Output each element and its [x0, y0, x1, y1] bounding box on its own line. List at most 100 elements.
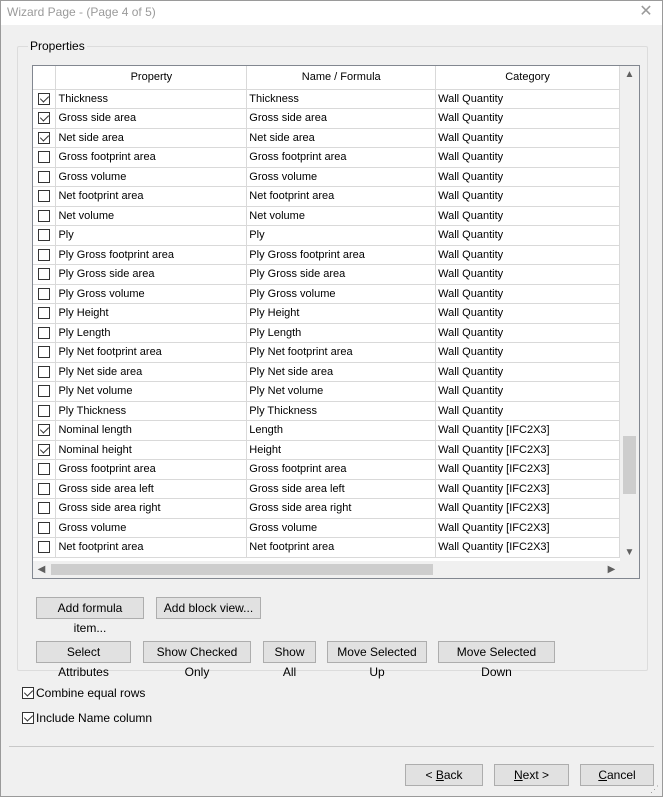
- row-checkbox[interactable]: [38, 521, 51, 534]
- row-checkbox-cell[interactable]: [33, 264, 57, 285]
- cell-name-formula[interactable]: Ply Length: [246, 323, 437, 343]
- row-checkbox[interactable]: [38, 326, 51, 339]
- cell-property[interactable]: Gross volume: [55, 167, 248, 187]
- cell-property[interactable]: Gross volume: [55, 518, 248, 538]
- row-checkbox-cell[interactable]: [33, 89, 57, 109]
- cell-property[interactable]: Ply Gross volume: [55, 284, 248, 304]
- cell-property[interactable]: Ply Gross side area: [55, 264, 248, 285]
- cell-name-formula[interactable]: Ply Net side area: [246, 362, 437, 382]
- include-name-column-option[interactable]: Include Name column: [22, 711, 152, 725]
- header-name-formula[interactable]: Name / Formula: [246, 66, 437, 90]
- row-checkbox[interactable]: [38, 307, 51, 320]
- row-checkbox[interactable]: [38, 131, 51, 144]
- row-checkbox[interactable]: [38, 541, 51, 554]
- back-button[interactable]: < Back: [405, 764, 483, 786]
- cell-property[interactable]: Ply Gross footprint area: [55, 245, 248, 265]
- table-row[interactable]: Net volume Net volume Wall Quantity: [33, 206, 620, 226]
- cell-category[interactable]: Wall Quantity: [435, 186, 620, 207]
- header-property[interactable]: Property: [55, 66, 248, 90]
- table-row[interactable]: Ply Thickness Ply Thickness Wall Quantity: [33, 401, 620, 421]
- row-checkbox-cell[interactable]: [33, 128, 57, 148]
- table-row[interactable]: Gross footprint area Gross footprint area…: [33, 459, 620, 480]
- cell-category[interactable]: Wall Quantity [IFC2X3]: [435, 459, 620, 480]
- table-row[interactable]: Ply Length Ply Length Wall Quantity: [33, 323, 620, 343]
- cell-name-formula[interactable]: Net volume: [246, 206, 437, 226]
- cell-property[interactable]: Net side area: [55, 128, 248, 148]
- row-checkbox-cell[interactable]: [33, 186, 57, 207]
- row-checkbox[interactable]: [38, 170, 51, 183]
- scroll-up-icon[interactable]: ▲: [620, 66, 639, 83]
- header-category[interactable]: Category: [435, 66, 620, 90]
- cell-property[interactable]: Gross footprint area: [55, 147, 248, 168]
- table-row[interactable]: Ply Height Ply Height Wall Quantity: [33, 303, 620, 324]
- cell-name-formula[interactable]: Net footprint area: [246, 537, 437, 558]
- cell-name-formula[interactable]: Net footprint area: [246, 186, 437, 207]
- cell-category[interactable]: Wall Quantity [IFC2X3]: [435, 537, 620, 558]
- show-checked-only-button[interactable]: Show Checked Only: [143, 641, 251, 679]
- row-checkbox[interactable]: [38, 268, 51, 281]
- row-checkbox-cell[interactable]: [33, 284, 57, 304]
- cell-category[interactable]: Wall Quantity [IFC2X3]: [435, 518, 620, 538]
- cell-name-formula[interactable]: Gross footprint area: [246, 459, 437, 480]
- row-checkbox-cell[interactable]: [33, 303, 57, 324]
- cell-property[interactable]: Nominal length: [55, 420, 248, 441]
- table-row[interactable]: Ply Ply Wall Quantity: [33, 225, 620, 246]
- row-checkbox[interactable]: [38, 287, 51, 300]
- table-row[interactable]: Gross volume Gross volume Wall Quantity: [33, 167, 620, 187]
- table-row[interactable]: Gross side area Gross side area Wall Quant…: [33, 108, 620, 129]
- cancel-button[interactable]: Cancel: [580, 764, 654, 786]
- cell-property[interactable]: Ply Length: [55, 323, 248, 343]
- cell-category[interactable]: Wall Quantity: [435, 381, 620, 402]
- cell-category[interactable]: Wall Quantity: [435, 323, 620, 343]
- row-checkbox-cell[interactable]: [33, 420, 57, 441]
- cell-name-formula[interactable]: Ply Net volume: [246, 381, 437, 402]
- row-checkbox[interactable]: [38, 424, 51, 437]
- properties-grid[interactable]: Property Name / Formula Category Thickne…: [32, 65, 640, 579]
- cell-property[interactable]: Net footprint area: [55, 186, 248, 207]
- row-checkbox[interactable]: [38, 151, 51, 164]
- cell-category[interactable]: Wall Quantity: [435, 284, 620, 304]
- cell-name-formula[interactable]: Thickness: [246, 89, 437, 109]
- cell-name-formula[interactable]: Gross side area: [246, 108, 437, 129]
- table-row[interactable]: Gross side area left Gross side area left…: [33, 479, 620, 499]
- row-checkbox[interactable]: [38, 404, 51, 417]
- row-checkbox[interactable]: [38, 482, 51, 495]
- cell-name-formula[interactable]: Ply Gross side area: [246, 264, 437, 285]
- vertical-scrollbar[interactable]: ▲ ▼: [620, 66, 639, 561]
- combine-equal-rows-option[interactable]: Combine equal rows: [22, 686, 145, 700]
- cell-category[interactable]: Wall Quantity: [435, 89, 620, 109]
- cell-name-formula[interactable]: Ply Thickness: [246, 401, 437, 421]
- horizontal-scroll-thumb[interactable]: [51, 564, 433, 575]
- table-row[interactable]: Thickness Thickness Wall Quantity: [33, 89, 620, 109]
- cell-property[interactable]: Ply Net volume: [55, 381, 248, 402]
- row-checkbox-cell[interactable]: [33, 206, 57, 226]
- cell-property[interactable]: Ply: [55, 225, 248, 246]
- cell-name-formula[interactable]: Net side area: [246, 128, 437, 148]
- cell-name-formula[interactable]: Gross volume: [246, 167, 437, 187]
- row-checkbox-cell[interactable]: [33, 381, 57, 402]
- show-all-button[interactable]: Show All: [263, 641, 316, 679]
- cell-property[interactable]: Gross side area: [55, 108, 248, 129]
- cell-property[interactable]: Gross side area right: [55, 498, 248, 519]
- row-checkbox[interactable]: [38, 190, 51, 203]
- cell-name-formula[interactable]: Ply Net footprint area: [246, 342, 437, 363]
- row-checkbox[interactable]: [38, 92, 51, 105]
- cell-property[interactable]: Nominal height: [55, 440, 248, 460]
- cell-name-formula[interactable]: Ply Gross volume: [246, 284, 437, 304]
- table-row[interactable]: Gross volume Gross volume Wall Quantity [I…: [33, 518, 620, 538]
- table-row[interactable]: Gross side area right Gross side area rig…: [33, 498, 620, 519]
- cell-category[interactable]: Wall Quantity [IFC2X3]: [435, 498, 620, 519]
- row-checkbox-cell[interactable]: [33, 147, 57, 168]
- row-checkbox-cell[interactable]: [33, 440, 57, 460]
- cell-category[interactable]: Wall Quantity: [435, 342, 620, 363]
- cell-property[interactable]: Ply Net footprint area: [55, 342, 248, 363]
- cell-property[interactable]: Thickness: [55, 89, 248, 109]
- cell-category[interactable]: Wall Quantity: [435, 147, 620, 168]
- scroll-left-icon[interactable]: ◀: [33, 561, 50, 578]
- cell-category[interactable]: Wall Quantity: [435, 225, 620, 246]
- cell-category[interactable]: Wall Quantity: [435, 167, 620, 187]
- row-checkbox-cell[interactable]: [33, 108, 57, 129]
- table-row[interactable]: Net footprint area Net footprint area Wall…: [33, 186, 620, 207]
- row-checkbox-cell[interactable]: [33, 245, 57, 265]
- row-checkbox-cell[interactable]: [33, 498, 57, 519]
